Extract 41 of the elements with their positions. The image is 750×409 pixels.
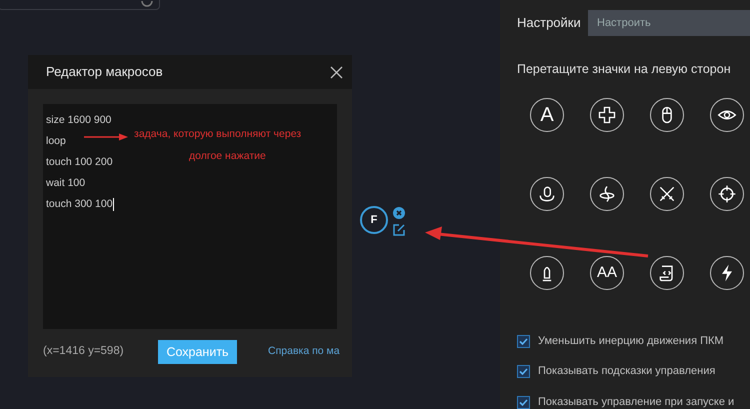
help-link[interactable]: Справка по ма [268, 344, 340, 360]
code-line: size 1600 900 [46, 113, 112, 128]
mouse-control[interactable] [650, 98, 684, 132]
annotation-text: задача, которую выполняют через [134, 127, 302, 142]
code-line: loop [46, 134, 66, 149]
lightning-control[interactable] [710, 256, 744, 290]
edit-icon[interactable] [393, 224, 405, 236]
rotating-mouse-control[interactable] [530, 176, 564, 211]
checkbox-label: Показывать управление при запуске и [538, 394, 734, 409]
dpad-icon [597, 104, 617, 125]
bullet-control[interactable] [530, 256, 564, 290]
close-button[interactable] [328, 64, 344, 80]
code-line: wait 100 [46, 176, 86, 191]
rotate-icon [597, 184, 617, 204]
settings-field[interactable]: Настроить [588, 10, 750, 36]
key-control[interactable]: AA [590, 256, 624, 290]
checkbox-label: Уменьшить инерцию движения ПКМ [538, 334, 724, 349]
eye-control[interactable] [710, 98, 744, 132]
script-control[interactable] [650, 256, 684, 290]
checkbox-label: Показывать подсказки управления [538, 364, 716, 380]
annotation-arrow [84, 134, 128, 140]
close-icon[interactable] [393, 207, 405, 219]
annotation-text: долгое нажатие [189, 149, 266, 164]
settings-label: Настройки [517, 14, 582, 32]
crosshair-control[interactable] [710, 176, 744, 211]
code-line: touch 100 200 [46, 155, 113, 170]
dpad-control[interactable] [590, 98, 624, 132]
text-cursor [112, 198, 114, 211]
close-icon [330, 66, 342, 78]
key-marker[interactable]: F [360, 206, 388, 234]
checkbox[interactable] [517, 334, 530, 348]
checkbox[interactable] [517, 396, 530, 408]
checkbox[interactable] [517, 365, 530, 378]
code-line: touch 300 100 [46, 197, 113, 212]
hint-text: Перетащите значки на левую сторон [517, 61, 732, 78]
crossed-swords-control[interactable] [650, 176, 684, 211]
key-control[interactable]: A [530, 98, 564, 132]
coordinates-text: (x=1416 y=598) [43, 344, 125, 360]
dialog-title: Редактор макросов [46, 63, 163, 82]
crosshair-icon [717, 184, 737, 204]
rotate-control[interactable] [590, 176, 624, 211]
